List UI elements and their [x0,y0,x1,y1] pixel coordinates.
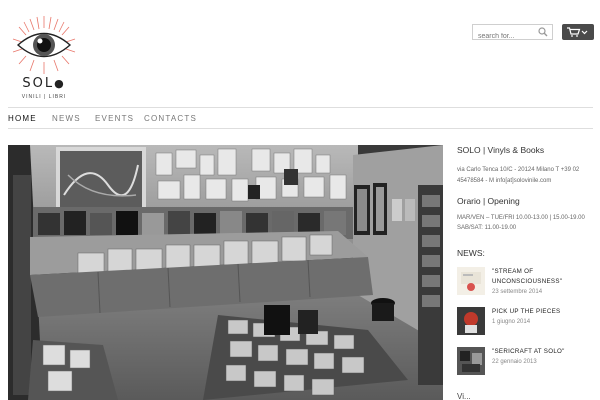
news-title: NEWS: [457,248,485,258]
store-address: via Carlo Tenca 10/C - 20124 Milano T +3… [457,167,580,184]
search-input[interactable] [473,29,535,44]
cart-icon [567,27,588,37]
search-icon[interactable] [538,27,548,37]
nav-events[interactable]: EVENTS [95,114,134,123]
news-title-link[interactable]: PICK UP THE PIECES [492,307,592,317]
chevron-down-icon [581,30,588,35]
news-item[interactable]: PICK UP THE PIECES 1 giugno 2014 [457,307,597,337]
brand-tagline: VINILI | LIBRI [21,94,67,100]
cart-button[interactable] [562,24,594,40]
search-box [472,24,553,44]
news-thumbnail[interactable] [457,347,485,375]
sidebar: SOLO | Vinyls & Books via Carlo Tenca 10… [457,145,597,400]
eye-logo-icon [10,14,78,76]
news-thumbnail[interactable] [457,307,485,335]
news-item[interactable]: "STREAM OF UNCONSCIOUSNESS" 23 settembre… [457,267,597,297]
nav-home[interactable]: HOME [8,114,37,123]
nav-news[interactable]: NEWS [52,114,81,123]
site-logo[interactable]: SOL● VINILI | LIBRI [8,14,80,104]
news-date: 1 giugno 2014 [492,319,531,325]
news-thumbnail[interactable] [457,267,485,295]
opening-hours: MAR/VEN – TUE/FRI 10.00-13.00 | 15.00-19… [457,215,585,231]
main-nav: HOME NEWS EVENTS CONTACTS [8,107,593,129]
hours-title: Orario | Opening [457,196,520,206]
store-photo [8,145,443,400]
brand-name: SOL● [22,76,66,91]
news-date: 22 gennaio 2013 [492,359,537,365]
store-title: SOLO | Vinyls & Books [457,145,545,155]
news-title-link[interactable]: "STREAM OF UNCONSCIOUSNESS" [492,267,592,287]
news-title-link[interactable]: "SERICRAFT AT SOLO" [492,347,592,357]
sidebar-more-heading: Vi... [457,392,471,400]
news-date: 23 settembre 2014 [492,289,543,295]
nav-contacts[interactable]: CONTACTS [144,114,197,123]
news-item[interactable]: "SERICRAFT AT SOLO" 22 gennaio 2013 [457,347,597,377]
